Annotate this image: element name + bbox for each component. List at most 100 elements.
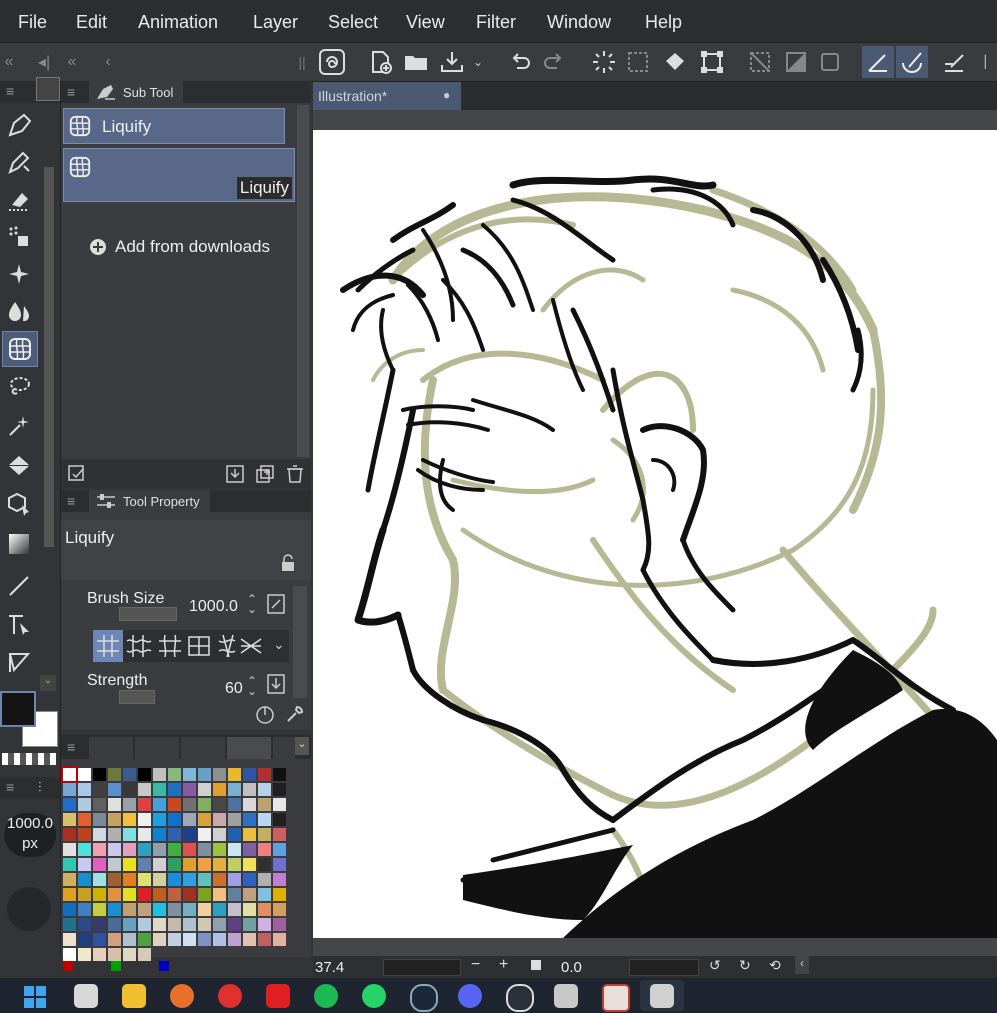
sub-tool-scrollbar[interactable]	[297, 105, 309, 457]
color-swatch[interactable]	[273, 933, 286, 946]
color-swatch[interactable]	[63, 813, 76, 826]
color-swatch[interactable]	[78, 858, 91, 871]
color-swatch[interactable]	[78, 798, 91, 811]
document-tab[interactable]: Illustration* ●	[313, 82, 461, 110]
toolbar-overflow[interactable]: ▏	[982, 46, 997, 78]
tool-property-scrollbar[interactable]	[293, 586, 307, 698]
color-swatch[interactable]	[198, 783, 211, 796]
color-swatch[interactable]	[213, 858, 226, 871]
color-swatch[interactable]	[138, 813, 151, 826]
color-swatch[interactable]	[213, 933, 226, 946]
color-swatch[interactable]	[123, 918, 136, 931]
color-swatch[interactable]	[183, 813, 196, 826]
undo-icon[interactable]	[504, 46, 536, 78]
spotify-icon[interactable]	[314, 984, 338, 1008]
color-swatch[interactable]	[273, 858, 286, 871]
color-swatch[interactable]	[183, 798, 196, 811]
color-swatch[interactable]	[198, 933, 211, 946]
color-swatch[interactable]	[213, 813, 226, 826]
color-swatch[interactable]	[108, 948, 121, 961]
strength-field[interactable]: 60	[225, 680, 243, 698]
color-swatch[interactable]	[123, 903, 136, 916]
color-swatch[interactable]	[213, 903, 226, 916]
sub-tool-group-liquify[interactable]: Liquify	[63, 108, 285, 144]
color-swatch[interactable]	[153, 768, 166, 781]
color-swatch[interactable]	[183, 783, 196, 796]
clip-studio-active-icon[interactable]	[650, 984, 674, 1008]
color-swatch[interactable]	[228, 918, 241, 931]
menu-select[interactable]: Select	[328, 12, 378, 33]
color-swatch[interactable]	[258, 858, 271, 871]
loading-icon[interactable]	[588, 46, 620, 78]
airbrush-tool[interactable]	[2, 220, 36, 254]
color-swatch[interactable]	[258, 768, 271, 781]
redo-icon[interactable]	[538, 46, 570, 78]
file-explorer-icon[interactable]	[122, 984, 146, 1008]
tool-scrollbar[interactable]	[44, 167, 54, 547]
color-swatch[interactable]	[138, 798, 151, 811]
color-swatch[interactable]	[123, 933, 136, 946]
zoom-value[interactable]: 37.4	[315, 959, 344, 976]
color-swatch[interactable]	[183, 918, 196, 931]
rotate-left-icon[interactable]: ↺	[709, 957, 721, 974]
color-swatch[interactable]	[153, 918, 166, 931]
color-swatch[interactable]	[213, 888, 226, 901]
color-swatch[interactable]	[243, 933, 256, 946]
brush-size-field[interactable]: 1000.0	[189, 598, 238, 616]
color-swatch[interactable]	[108, 783, 121, 796]
zoom-slider[interactable]	[383, 959, 461, 976]
decoration-tool[interactable]	[2, 257, 36, 291]
color-swatch[interactable]	[153, 888, 166, 901]
color-swatch[interactable]	[243, 888, 256, 901]
app-icon-red[interactable]	[218, 984, 242, 1008]
color-swatch[interactable]	[138, 888, 151, 901]
operation-tool[interactable]	[2, 607, 36, 641]
color-swatch[interactable]	[93, 858, 106, 871]
tool-dropdown[interactable]	[36, 77, 60, 101]
firefox-icon[interactable]	[170, 984, 194, 1008]
save-icon[interactable]	[436, 46, 468, 78]
color-swatch[interactable]	[108, 918, 121, 931]
wrench-icon[interactable]	[285, 704, 305, 724]
color-swatch[interactable]	[243, 783, 256, 796]
color-swatch[interactable]	[183, 873, 196, 886]
tool-settings-icon[interactable]	[67, 464, 87, 484]
tab-more[interactable]	[273, 737, 295, 759]
color-swatch[interactable]	[273, 798, 286, 811]
color-swatch[interactable]	[228, 933, 241, 946]
brush-size-dot[interactable]	[7, 887, 51, 931]
fill-tool[interactable]	[2, 448, 36, 482]
color-swatch[interactable]	[228, 888, 241, 901]
color-swatch[interactable]	[258, 903, 271, 916]
color-swatch[interactable]	[153, 813, 166, 826]
color-swatch[interactable]	[243, 873, 256, 886]
color-swatch[interactable]	[63, 918, 76, 931]
color-swatch[interactable]	[228, 798, 241, 811]
color-swatch[interactable]	[123, 783, 136, 796]
color-swatch[interactable]	[63, 828, 76, 841]
color-swatch[interactable]	[108, 873, 121, 886]
color-swatch[interactable]	[153, 858, 166, 871]
color-swatch[interactable]	[258, 798, 271, 811]
color-swatch[interactable]	[273, 783, 286, 796]
dial-icon[interactable]	[255, 704, 275, 724]
color-swatch[interactable]	[183, 768, 196, 781]
collapse-left-icon[interactable]: «	[0, 46, 18, 78]
chevron-down-icon[interactable]: ⌄	[273, 636, 285, 653]
rotate-right-icon[interactable]: ↻	[739, 957, 751, 974]
figure-tool[interactable]	[2, 569, 36, 603]
color-swatch[interactable]	[78, 903, 91, 916]
fill-icon[interactable]	[660, 46, 692, 78]
color-swatch[interactable]	[213, 918, 226, 931]
sub-tool-item-liquify[interactable]: Liquify	[63, 148, 295, 202]
color-swatch[interactable]	[78, 933, 91, 946]
color-swatch[interactable]	[63, 858, 76, 871]
color-swatch[interactable]	[168, 813, 181, 826]
discord-icon[interactable]	[458, 984, 482, 1008]
color-swatch[interactable]	[93, 918, 106, 931]
color-swatch[interactable]	[93, 783, 106, 796]
strength-slider[interactable]	[119, 690, 155, 704]
lasso-tool[interactable]	[2, 370, 36, 404]
color-swatch[interactable]	[183, 828, 196, 841]
scroll-down-icon[interactable]: ⌄	[40, 675, 56, 691]
